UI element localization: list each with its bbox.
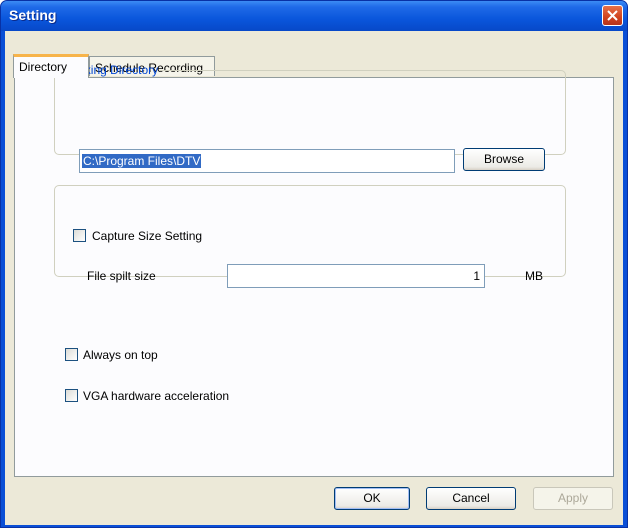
- working-directory-value: C:\Program Files\DTV: [82, 154, 202, 168]
- working-directory-input[interactable]: C:\Program Files\DTV: [79, 149, 455, 173]
- capture-size-checkbox[interactable]: [73, 229, 86, 242]
- title-bar[interactable]: Setting: [1, 1, 627, 31]
- close-button[interactable]: [602, 5, 623, 26]
- ok-button[interactable]: OK: [334, 487, 410, 510]
- vga-acceleration-checkbox[interactable]: [65, 389, 78, 402]
- file-split-size-value: 1: [473, 269, 480, 283]
- close-icon: [607, 10, 618, 21]
- browse-button[interactable]: Browse: [463, 148, 545, 171]
- window-title: Setting: [9, 7, 57, 23]
- capture-size-checkbox-label[interactable]: Capture Size Setting: [92, 229, 205, 243]
- vga-acceleration-label[interactable]: VGA hardware acceleration: [83, 389, 229, 403]
- always-on-top-checkbox[interactable]: [65, 348, 78, 361]
- dialog-client-area: Directory Schedule Recording Working Dir…: [5, 31, 623, 525]
- apply-button[interactable]: Apply: [533, 487, 613, 510]
- file-split-size-input[interactable]: 1: [227, 264, 485, 288]
- cancel-button[interactable]: Cancel: [426, 487, 516, 510]
- setting-dialog: Setting Directory Schedule Recording Wor…: [0, 0, 628, 528]
- file-split-size-unit: MB: [525, 269, 543, 283]
- tab-directory[interactable]: Directory: [13, 54, 89, 78]
- tab-directory-label: Directory: [19, 60, 68, 74]
- file-split-size-label: File spilt size: [87, 269, 156, 283]
- always-on-top-label[interactable]: Always on top: [83, 348, 158, 362]
- working-directory-group: Working Directory: [54, 63, 566, 155]
